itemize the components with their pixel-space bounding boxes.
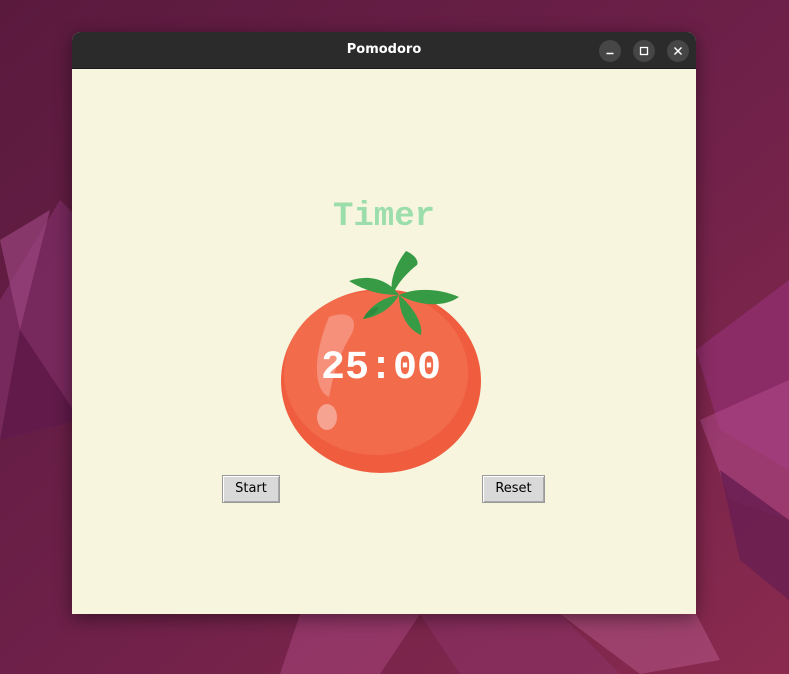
minimize-icon bbox=[606, 52, 614, 55]
desktop: Pomodoro Timer 25:00 Start Reset bbox=[0, 0, 789, 674]
minimize-button[interactable] bbox=[599, 40, 621, 62]
main-canvas: Timer 25:00 Start Reset bbox=[72, 69, 696, 614]
title-bar[interactable]: Pomodoro bbox=[72, 32, 696, 69]
timer-heading: Timer bbox=[332, 198, 436, 236]
close-icon bbox=[674, 47, 682, 55]
start-button[interactable]: Start bbox=[222, 475, 280, 503]
maximize-icon bbox=[639, 46, 649, 56]
timer-display: 25:00 bbox=[320, 346, 442, 391]
reset-button[interactable]: Reset bbox=[482, 475, 545, 503]
close-button[interactable] bbox=[667, 40, 689, 62]
maximize-button[interactable] bbox=[633, 40, 655, 62]
pomodoro-window: Pomodoro Timer 25:00 Start Reset bbox=[72, 32, 696, 614]
